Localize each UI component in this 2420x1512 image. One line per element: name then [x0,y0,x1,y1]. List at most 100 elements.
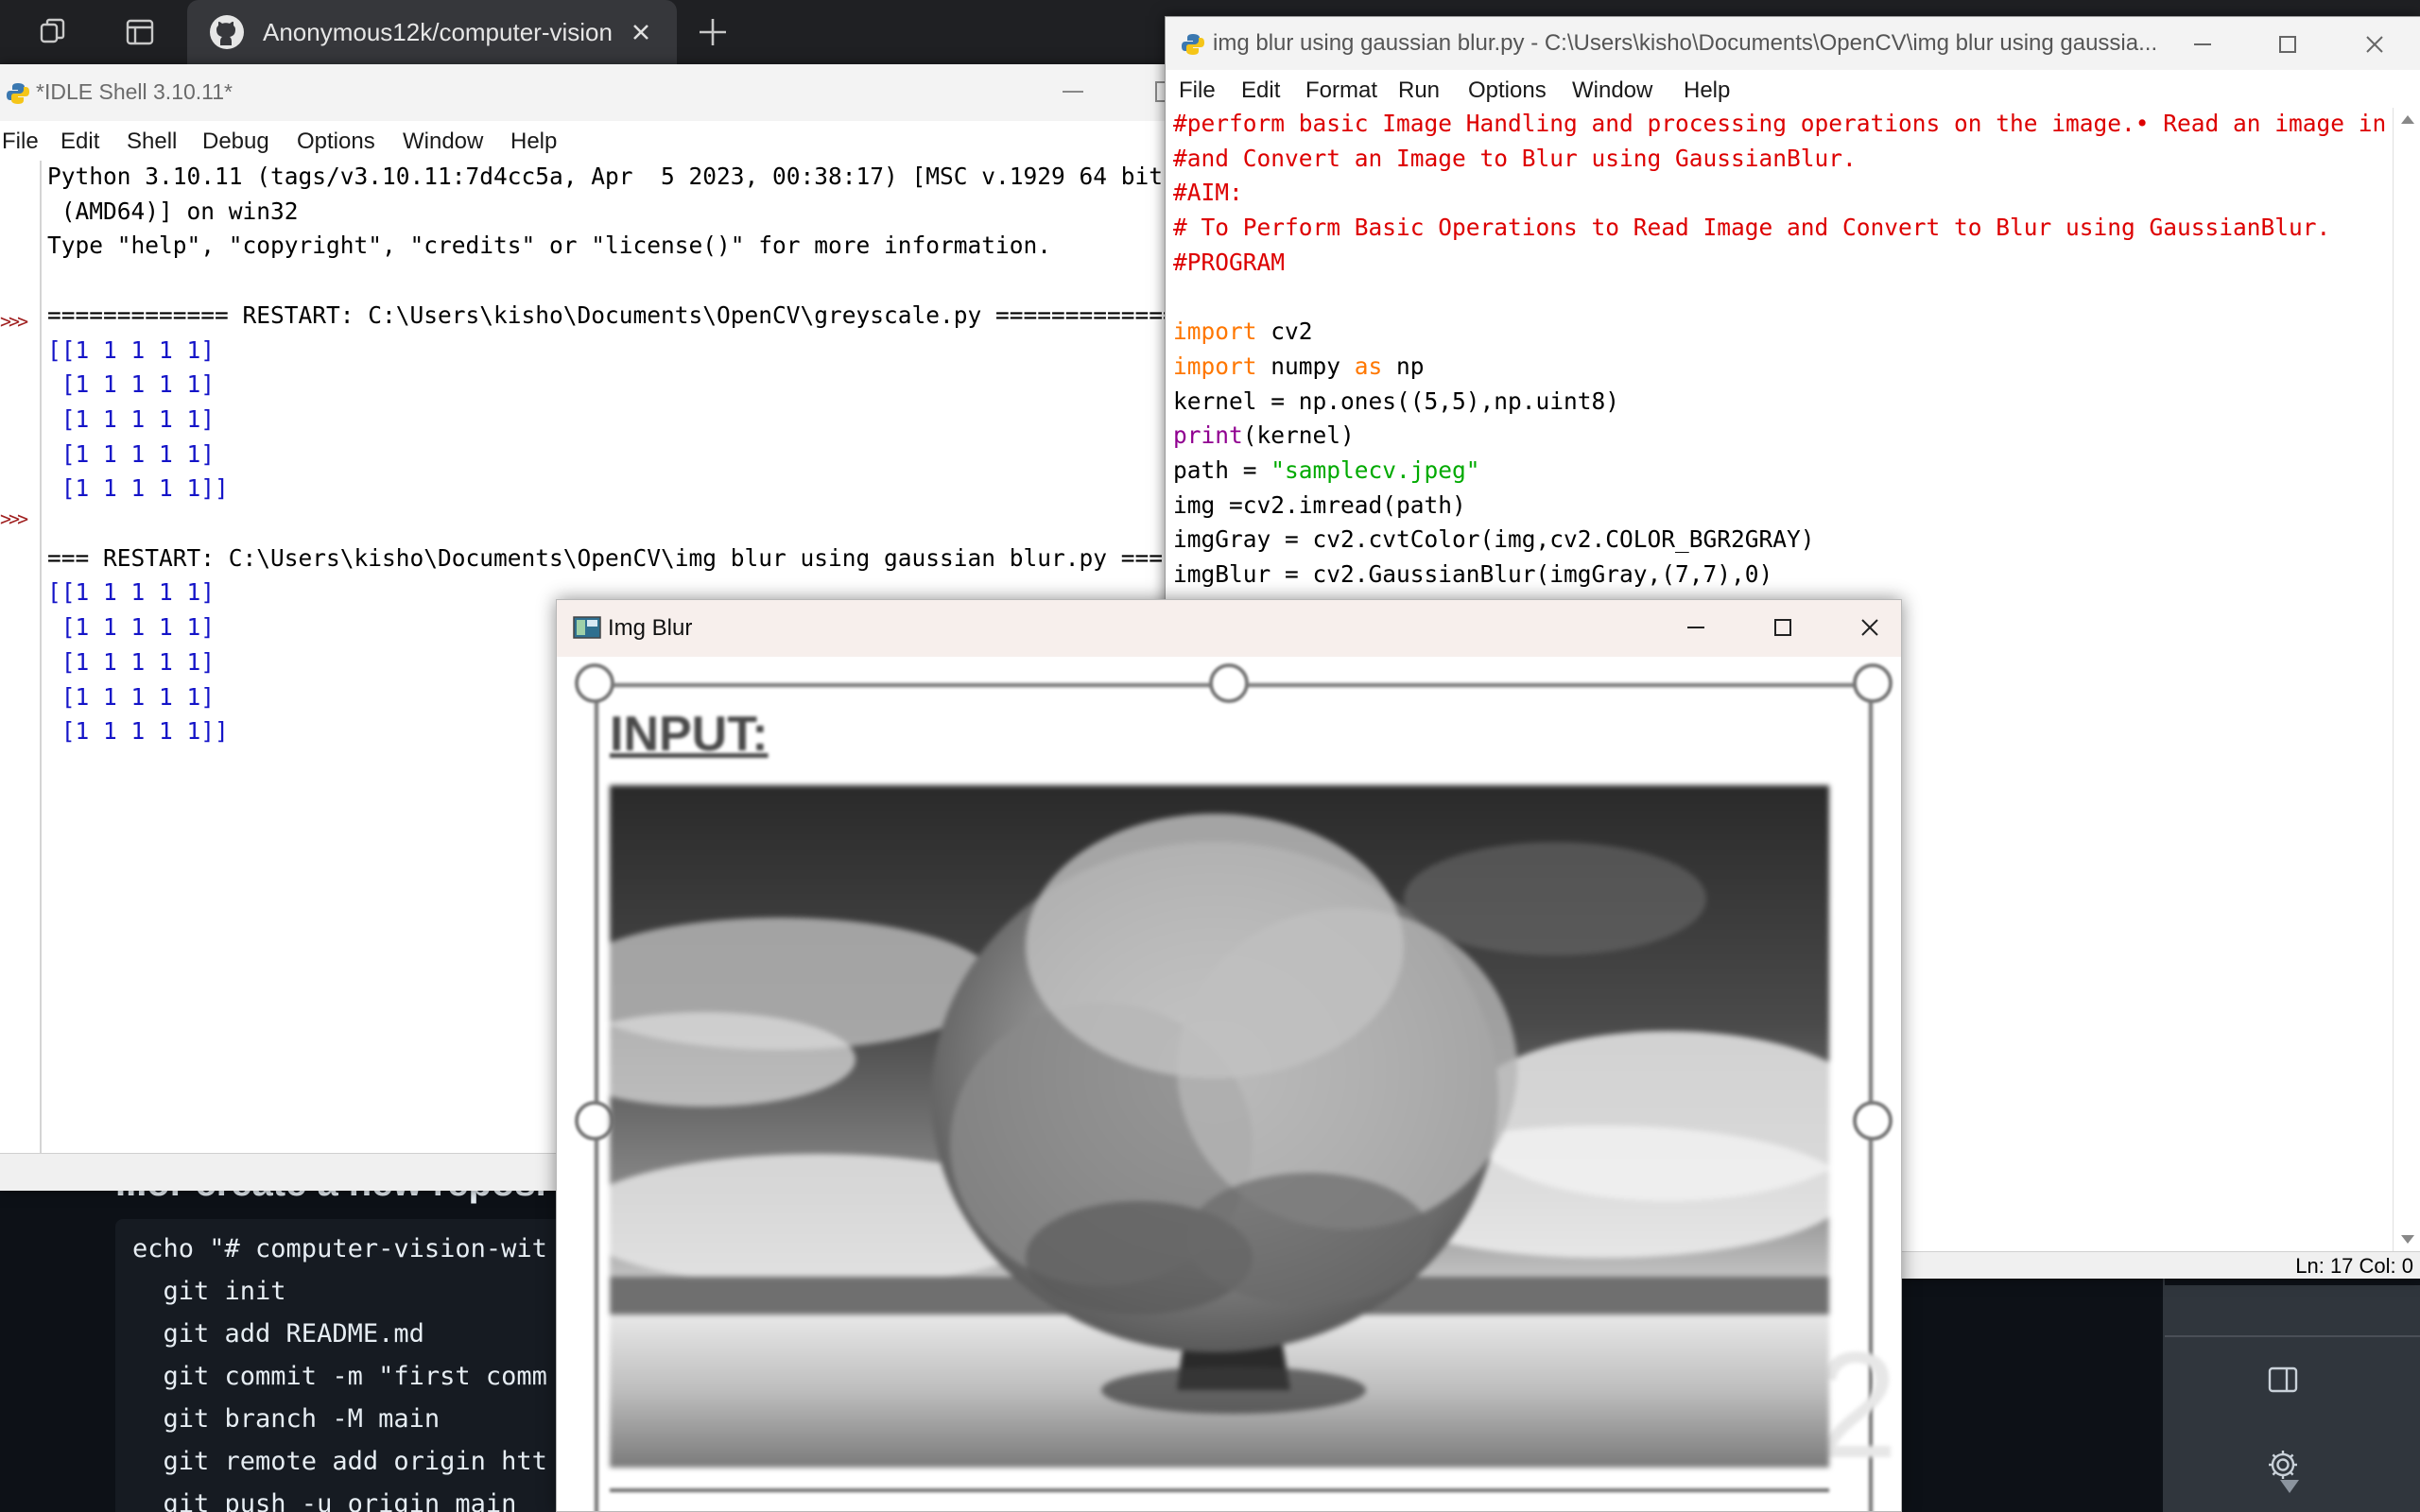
close-icon[interactable] [2360,30,2389,59]
code-line: git init [132,1277,286,1306]
code-token: cv2 [1256,318,1313,346]
maximize-icon[interactable] [1769,613,1797,642]
menu-help[interactable]: Help [510,129,557,155]
shell-prompt: >>> [0,507,28,530]
code-line: #AIM: [1173,179,1243,206]
code-line: path = "samplecv.jpeg" [1173,456,1480,484]
code-line: git commit -m "first comm [132,1362,547,1391]
code-line: git branch -M main [132,1404,441,1434]
code-token: "samplecv.jpeg" [1270,456,1480,484]
menu-window[interactable]: Window [1572,77,1652,104]
menu-run[interactable]: Run [1398,77,1440,104]
resize-handle [1209,663,1249,703]
python-icon [7,83,29,104]
code-token: imgGray = cv2.cvtColor(img,cv2.COLOR_BGR… [1173,525,1815,554]
shell-output-line: [1 1 1 1 1] [47,439,216,468]
menu-edit[interactable]: Edit [60,129,99,155]
menu-format[interactable]: Format [1305,77,1377,104]
shell-output-line: [1 1 1 1 1] [47,682,216,711]
shell-output-line: [[1 1 1 1 1] [47,335,216,364]
code-token: #AIM: [1173,179,1243,207]
shell-title: *IDLE Shell 3.10.11* [36,79,233,104]
shell-menubar: File Edit Shell Debug Options Window Hel… [0,121,1172,161]
shell-titlebar[interactable]: *IDLE Shell 3.10.11* [0,64,1172,121]
shell-output-line: Python 3.10.11 (tags/v3.10.11:7d4cc5a, A… [47,163,1164,190]
code-line: print(kernel) [1173,421,1355,449]
tree-photo [610,785,1829,1468]
menu-edit[interactable]: Edit [1241,77,1280,104]
code-token: #and Convert an Image to Blur using Gaus… [1173,144,1857,172]
scroll-down-icon[interactable] [2401,1235,2414,1244]
editor-scrollbar[interactable] [2393,108,2420,1251]
split-view-icon[interactable] [2264,1361,2302,1399]
code-line: git push -u origin main [132,1489,517,1512]
blurred-image-canvas: INPUT: 2 [557,657,1901,1511]
shell-prompt-gutter: >>> >>> [0,161,42,1153]
code-line: #PROGRAM [1173,249,1285,276]
menu-file[interactable]: File [2,129,39,155]
code-token: import [1173,352,1257,380]
code-line: #perform basic Image Handling and proces… [1173,110,2393,137]
minimize-icon[interactable] [1682,613,1710,642]
editor-titlebar[interactable]: img blur using gaussian blur.py - C:\Use… [1166,17,2420,70]
browser-tab-label: Anonymous12k/computer-vision [263,17,613,46]
code-line: import numpy as np [1173,352,1425,380]
shell-output-line: [1 1 1 1 1] [47,404,216,433]
resize-handle [575,663,614,703]
scroll-up-icon[interactable] [2401,115,2414,124]
new-tab-icon[interactable] [694,13,732,51]
code-token: import [1173,318,1257,346]
shell-output-line: Type "help", "copyright", "credits" or "… [47,232,1052,260]
scroll-down-arrow-icon[interactable] [2280,1480,2299,1493]
shell-output-line: (AMD64)] on win32 [47,197,299,225]
code-token: (kernel) [1242,421,1355,450]
shell-output-line: [1 1 1 1 1] [47,647,216,676]
menu-options[interactable]: Options [297,129,375,155]
close-icon[interactable] [1856,613,1884,642]
shell-output-line: [1 1 1 1 1] [47,370,216,399]
code-line: echo "# computer-vision-wit [132,1234,547,1263]
python-file-icon [1182,34,1204,55]
code-line: imgGray = cv2.cvtColor(img,cv2.COLOR_BGR… [1173,525,1815,553]
code-token: path = [1173,456,1271,484]
resize-handle [1853,1101,1893,1141]
maximize-icon[interactable] [2273,30,2302,59]
img-blur-title: Img Blur [608,615,693,641]
browser-sidebar [2165,1285,2420,1512]
minimize-icon[interactable] [2188,30,2217,59]
resize-handle [575,1101,614,1141]
img-blur-titlebar[interactable]: Img Blur [557,600,1901,657]
document-bottom-rule [610,1488,1829,1492]
editor-menubar: File Edit Format Run Options Window Help [1166,70,2420,108]
sidebar-divider [2165,1335,2420,1337]
vertical-tabs-icon[interactable] [121,13,159,51]
close-tab-icon[interactable] [626,17,656,47]
code-line: img =cv2.imread(path) [1173,491,1466,519]
code-line: kernel = np.ones((5,5),np.uint8) [1173,387,1619,415]
menu-options[interactable]: Options [1468,77,1547,104]
code-line: #and Convert an Image to Blur using Gaus… [1173,145,1857,172]
code-token: as [1354,352,1383,380]
shell-output-line: [[1 1 1 1 1] [47,578,216,607]
code-token: imgBlur = cv2.GaussianBlur(imgGray,(7,7)… [1173,560,1773,589]
code-token: img =cv2.imread(path) [1173,490,1466,519]
workspaces-icon[interactable] [34,13,72,51]
browser-tab-active[interactable]: Anonymous12k/computer-vision [187,0,677,64]
minimize-icon[interactable] [1063,91,1083,93]
menu-shell[interactable]: Shell [127,129,177,155]
menu-debug[interactable]: Debug [202,129,269,155]
code-token: # To Perform Basic Operations to Read Im… [1173,214,2331,242]
menu-window[interactable]: Window [403,129,483,155]
shell-output-line: ============= RESTART: C:\Users\kisho\Do… [47,301,1172,329]
cursor-position: Ln: 17 Col: 0 [2295,1254,2413,1278]
shell-prompt: >>> [0,310,28,333]
input-heading: INPUT: [610,707,769,762]
github-icon [210,15,244,49]
menu-help[interactable]: Help [1684,77,1730,104]
code-token: np [1382,352,1425,380]
img-blur-window: Img Blur INPUT: 2 [556,599,1902,1512]
code-line: # To Perform Basic Operations to Read Im… [1173,214,2330,241]
editor-title: img blur using gaussian blur.py - C:\Use… [1213,30,2158,56]
menu-file[interactable]: File [1179,77,1216,104]
gear-icon[interactable] [2264,1446,2302,1484]
